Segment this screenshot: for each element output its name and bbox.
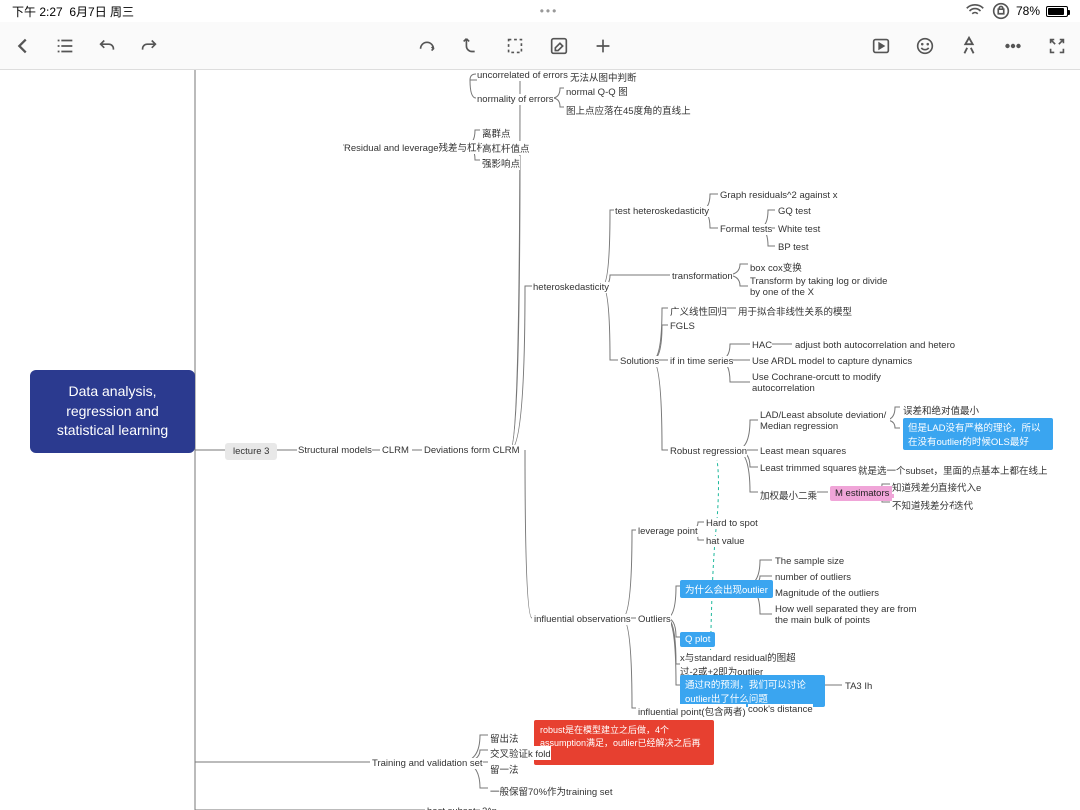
node-lad[interactable]: LAD/Least absolute deviation/ Median reg… xyxy=(760,410,890,432)
node-robust-note[interactable]: robust是在模型建立之后做，4个assumption满足，outlier已经… xyxy=(534,720,714,765)
battery-icon xyxy=(1046,6,1068,17)
style-icon[interactable] xyxy=(958,35,980,57)
node-pred-r[interactable]: 通过R的预测，我们可以讨论outlier出了什么问题 xyxy=(680,675,825,707)
node-kfold[interactable]: 交叉验证k fold xyxy=(490,746,551,760)
node-best-subset[interactable]: best subset xyxy=(427,806,476,810)
node-sample-size[interactable]: The sample size xyxy=(775,556,844,567)
add-icon[interactable] xyxy=(592,35,614,57)
node-lad-value2[interactable]: 但是LAD没有严格的理论，所以在没有outlier的时候OLS最好 xyxy=(903,418,1053,450)
root-node[interactable]: Data analysis, regression and statistica… xyxy=(30,370,195,453)
node-structural[interactable]: Structural models xyxy=(298,445,372,456)
battery-percent: 78% xyxy=(1016,4,1040,18)
status-time: 下午 2:27 xyxy=(12,5,63,19)
node-num-outliers[interactable]: number of outliers xyxy=(775,572,851,583)
select-icon[interactable] xyxy=(504,35,526,57)
back-icon[interactable] xyxy=(12,35,34,57)
node-glm[interactable]: 广义线性回归 xyxy=(670,304,727,318)
branch-icon[interactable] xyxy=(460,35,482,57)
node-outliers[interactable]: Outliers xyxy=(638,614,671,625)
node-bp-test[interactable]: BP test xyxy=(778,242,808,253)
node-known-value[interactable]: 直接代入e xyxy=(938,480,981,494)
node-transformation[interactable]: transformation xyxy=(672,271,733,282)
orientation-lock-icon xyxy=(990,0,1012,22)
node-boxcox[interactable]: box cox变换 xyxy=(750,260,802,274)
node-leave-one[interactable]: 留一法 xyxy=(490,762,519,776)
outline-icon[interactable] xyxy=(54,35,76,57)
redo-icon[interactable] xyxy=(138,35,160,57)
node-white-test[interactable]: White test xyxy=(778,224,820,235)
fullscreen-icon[interactable] xyxy=(1046,35,1068,57)
node-deviations[interactable]: Deviations form CLRM xyxy=(424,445,520,456)
node-2p[interactable]: 2^p xyxy=(482,806,497,810)
node-ardl[interactable]: Use ARDL model to capture dynamics xyxy=(752,356,912,367)
node-graph-residuals[interactable]: Graph residuals^2 against x xyxy=(720,190,837,201)
curve-icon[interactable] xyxy=(416,35,438,57)
presentation-icon[interactable] xyxy=(870,35,892,57)
node-q-plot[interactable]: Q plot xyxy=(680,632,715,647)
node-rule70[interactable]: 一般保留70%作为training set xyxy=(490,784,612,798)
node-hac[interactable]: HAC xyxy=(752,340,772,351)
node-training-validation[interactable]: Training and validation set xyxy=(372,758,483,769)
node-formal-tests[interactable]: Formal tests xyxy=(720,224,772,235)
node-unknown-value[interactable]: 迭代 xyxy=(954,498,973,512)
node-why-outlier[interactable]: 为什么会出现outlier xyxy=(680,580,773,598)
edit-icon[interactable] xyxy=(548,35,570,57)
node-how-separated[interactable]: How well separated they are from the mai… xyxy=(775,604,925,626)
status-date: 6月7日 周三 xyxy=(69,5,134,19)
node-hard-spot[interactable]: Hard to spot xyxy=(706,518,758,529)
node-unknown-dist[interactable]: 不知道残差分布 xyxy=(892,498,959,512)
node-leave-out[interactable]: 留出法 xyxy=(490,731,519,745)
node-strong-affect[interactable]: 强影响点 xyxy=(482,156,520,170)
more-icon[interactable] xyxy=(1002,35,1024,57)
node-transform-log[interactable]: Transform by taking log or divide by one… xyxy=(750,276,900,298)
node-normality[interactable]: normality of errors xyxy=(477,94,554,105)
node-test-hetero[interactable]: test heteroskedasticity xyxy=(615,206,709,217)
node-lts-value[interactable]: 就是选一个subset，里面的点基本上都在线上 xyxy=(858,463,1048,477)
node-normal-line[interactable]: 图上点应落在45度角的直线上 xyxy=(566,103,691,117)
node-normal-qq[interactable]: normal Q-Q 图 xyxy=(566,84,628,98)
node-residual-leverage[interactable]: Residual and leverage残差与杠杆图 xyxy=(344,140,496,154)
node-hac-value[interactable]: adjust both autocorrelation and hetero xyxy=(795,340,955,351)
node-glm-value[interactable]: 用于拟合非线性关系的模型 xyxy=(738,304,852,318)
node-outlier-pt[interactable]: 离群点 xyxy=(482,126,511,140)
node-cochrane[interactable]: Use Cochrane-orcutt to modify autocorrel… xyxy=(752,372,892,394)
node-leverage-point[interactable]: leverage point xyxy=(638,526,698,537)
node-gq-test[interactable]: GQ test xyxy=(778,206,811,217)
node-robust-regression[interactable]: Robust regression xyxy=(670,446,747,457)
emoji-icon[interactable] xyxy=(914,35,936,57)
node-lecture3[interactable]: lecture 3 xyxy=(225,443,277,460)
node-influential-obs[interactable]: influential observations xyxy=(534,614,631,625)
node-influential-point[interactable]: influential point(包含两者) xyxy=(638,704,746,718)
node-ta3[interactable]: TA3 Ih xyxy=(845,681,872,692)
node-wls[interactable]: 加权最小二乘 xyxy=(760,488,817,502)
toolbar xyxy=(0,22,1080,70)
node-cook-distance[interactable]: cook's distance xyxy=(748,704,813,715)
node-x-std-residual[interactable]: x与standard residual的图超过-2或+2即为outlier xyxy=(680,650,810,678)
node-lts[interactable]: Least trimmed squares xyxy=(760,463,857,474)
wifi-icon xyxy=(964,0,986,22)
node-high-leverage[interactable]: 高杠杆值点 xyxy=(482,141,530,155)
node-clrm[interactable]: CLRM xyxy=(382,445,409,456)
mindmap-canvas[interactable]: Data analysis, regression and statistica… xyxy=(0,70,1080,810)
node-fgls[interactable]: FGLS xyxy=(670,321,695,332)
node-mag-outliers[interactable]: Magnitude of the outliers xyxy=(775,588,879,599)
node-solutions[interactable]: Solutions xyxy=(620,356,659,367)
undo-icon[interactable] xyxy=(96,35,118,57)
node-m-estimators[interactable]: M estimators xyxy=(830,486,894,501)
node-if-time-series[interactable]: if in time series xyxy=(670,356,733,367)
node-lms[interactable]: Least mean squares xyxy=(760,446,846,457)
node-hat-value[interactable]: hat value xyxy=(706,536,745,547)
node-lad-value1[interactable]: 误差和绝对值最小 xyxy=(903,403,979,417)
handle-dots: ••• xyxy=(134,4,964,18)
node-uncorrelated-value[interactable]: 无法从图中判断 xyxy=(570,70,637,84)
node-uncorrelated[interactable]: uncorrelated of errors xyxy=(477,70,568,81)
node-heteroskedasticity[interactable]: heteroskedasticity xyxy=(533,282,609,293)
status-bar: 下午 2:27 6月7日 周三 ••• 78% xyxy=(0,0,1080,22)
